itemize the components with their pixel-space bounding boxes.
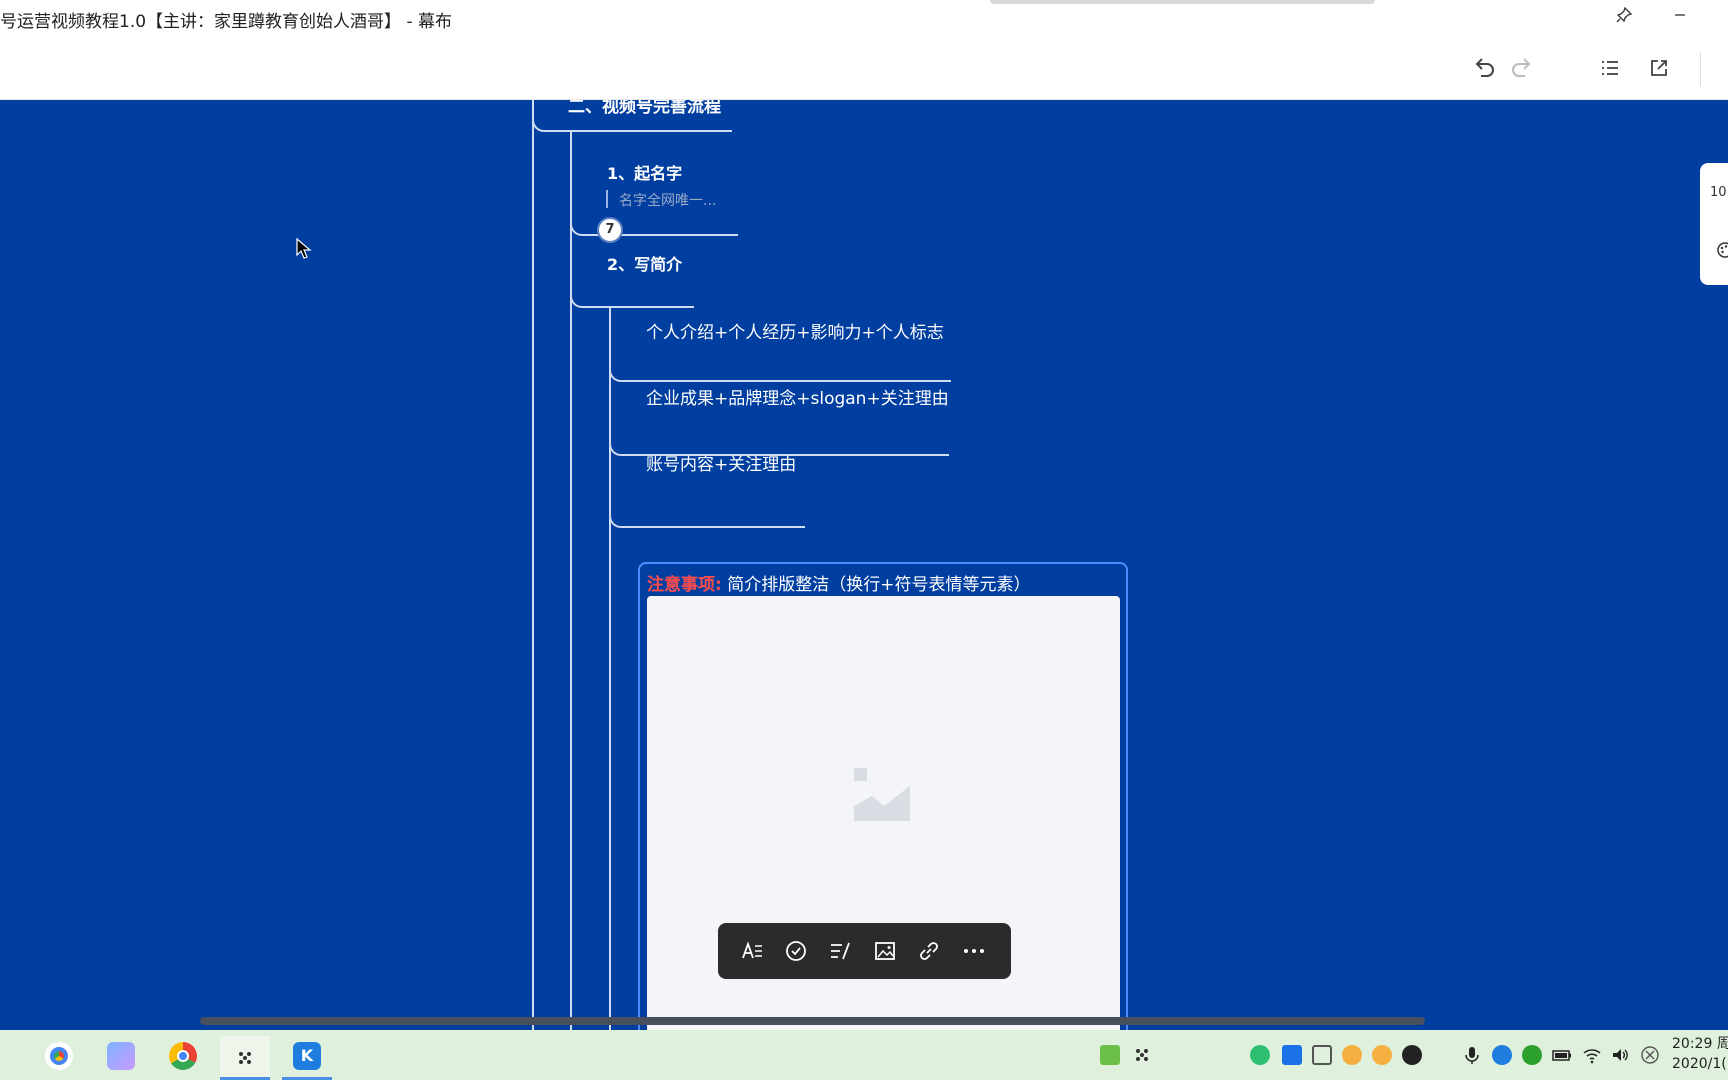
image-icon[interactable]	[870, 936, 900, 966]
text-style-icon[interactable]	[737, 936, 767, 966]
link-icon[interactable]	[914, 936, 944, 966]
mubu-icon[interactable]	[220, 1036, 270, 1080]
note-marker	[606, 190, 608, 208]
speaker-tray-icon[interactable]	[1610, 1045, 1630, 1065]
os-taskbar: K 20:29 周 2020/1(	[0, 1030, 1728, 1080]
format-toolbar	[718, 923, 1011, 979]
usb-drive-tray-icon[interactable]	[1312, 1045, 1332, 1065]
warning-label: 注意事项:	[647, 575, 722, 595]
system-clock[interactable]: 20:29 周 2020/1(	[1672, 1034, 1728, 1074]
outline-list-icon[interactable]	[1596, 54, 1624, 82]
meeting-tray-icon[interactable]	[1282, 1045, 1302, 1065]
notification-off-tray-icon[interactable]	[1640, 1045, 1660, 1065]
horizontal-scrollbar[interactable]	[200, 1017, 1425, 1025]
usb-tray-icon[interactable]	[1100, 1045, 1120, 1065]
clock-time: 20:29 周	[1672, 1036, 1728, 1052]
toolbar-divider	[1700, 52, 1701, 86]
kugou-icon[interactable]: K	[282, 1036, 332, 1080]
mouse-cursor-icon	[296, 237, 312, 264]
checkbox-icon[interactable]	[781, 936, 811, 966]
undo-icon[interactable]	[1470, 54, 1498, 82]
kugou-tray-icon[interactable]	[1492, 1045, 1512, 1065]
open-external-icon[interactable]	[1645, 54, 1673, 82]
more-icon[interactable]	[959, 936, 989, 966]
collapsed-count-badge[interactable]: 7	[597, 217, 623, 243]
editor-toolbar	[0, 36, 1728, 100]
clock-date: 2020/1(	[1672, 1056, 1727, 1072]
image-placeholder-icon	[854, 768, 910, 821]
window-title: 号运营视频教程1.0【主讲：家里蹲教育创始人酒哥】 - 幕布	[0, 12, 452, 32]
mubu-tray-icon[interactable]	[1132, 1045, 1152, 1065]
selected-node-title[interactable]: 注意事项: 简介排版整洁（换行+符号表情等元素）	[647, 570, 1030, 595]
battery-tray-icon[interactable]	[1552, 1045, 1572, 1065]
chrome-like-app-icon[interactable]	[34, 1036, 84, 1080]
zoom-level[interactable]: 10	[1710, 185, 1727, 200]
photos-app-icon[interactable]	[96, 1036, 146, 1080]
qq-tray-icon[interactable]	[1402, 1045, 1422, 1065]
redo-icon[interactable]	[1508, 54, 1536, 82]
trunk-line	[532, 100, 534, 1030]
section-title[interactable]: 二、视频号完善流程	[568, 100, 721, 117]
note-icon[interactable]	[825, 936, 855, 966]
minimize-icon[interactable]	[1666, 6, 1694, 30]
volume-app2-tray-icon[interactable]	[1372, 1045, 1392, 1065]
list-item[interactable]: 企业成果+品牌理念+slogan+关注理由	[646, 384, 949, 409]
list-item[interactable]: 账号内容+关注理由	[646, 450, 796, 475]
wifi-tray-icon[interactable]	[1582, 1045, 1602, 1065]
mindmap-canvas[interactable]: 二、视频号完善流程 1、起名字 名字全网唯一... 7 2、写简介 个人介绍+个…	[0, 100, 1728, 1030]
zoom-side-panel: 10	[1700, 163, 1728, 285]
chrome-icon[interactable]	[158, 1036, 208, 1080]
window-title-bar: 号运营视频教程1.0【主讲：家里蹲教育创始人酒哥】 - 幕布	[0, 0, 1728, 36]
palette-icon[interactable]	[1716, 241, 1728, 263]
step2-title[interactable]: 2、写简介	[607, 251, 682, 275]
selected-node-text: 简介排版整洁（换行+符号表情等元素）	[727, 575, 1031, 595]
notification-edge	[990, 0, 1375, 4]
wechat-tray-icon[interactable]	[1250, 1045, 1270, 1065]
step1-note[interactable]: 名字全网唯一...	[619, 190, 716, 210]
volume-app-tray-icon[interactable]	[1342, 1045, 1362, 1065]
step1-title[interactable]: 1、起名字	[607, 160, 682, 184]
pin-icon[interactable]	[1610, 6, 1638, 30]
list-item[interactable]: 个人介绍+个人经历+影响力+个人标志	[646, 318, 944, 343]
microphone-tray-icon[interactable]	[1462, 1045, 1482, 1065]
security-tray-icon[interactable]	[1522, 1045, 1542, 1065]
